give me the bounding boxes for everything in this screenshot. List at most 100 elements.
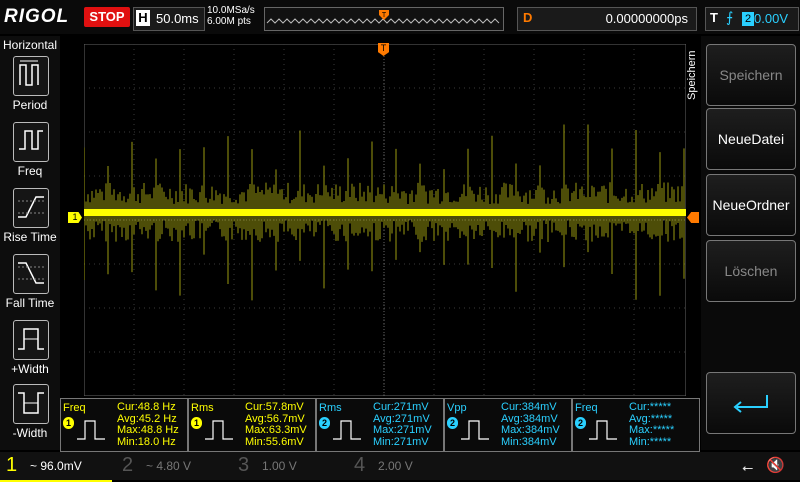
channel-scale: 1.00 V	[262, 459, 297, 473]
return-arrow-icon	[733, 395, 768, 413]
measurement-rms-ch1[interactable]: Rms 1 Cur:57.8mV Avg:56.7mV Max:63.3mV Min:55…	[188, 398, 316, 452]
neg-width-icon	[18, 392, 44, 414]
measurement-freq-ch1[interactable]: Freq 1 Cur:48.8 Hz Avg:45.2 Hz Max:48.8 Hz Mi…	[60, 398, 188, 452]
channel-scale: ~ 96.0mV	[30, 459, 82, 473]
measure-width-button[interactable]	[13, 320, 49, 360]
channel-badge: 2	[575, 417, 586, 429]
horizontal-timebase[interactable]: H 50.0ms	[133, 7, 205, 31]
measurement-values: Cur:48.8 Hz Avg:45.2 Hz Max:48.8 Hz Min:18.…	[117, 401, 179, 448]
measurement-rms-ch2[interactable]: Rms 2 Cur:271mV Avg:271mV Max:271mV Min:271mV	[316, 398, 444, 452]
softkey-menu-title: Speichern	[686, 50, 698, 100]
measurement-vpp-ch2[interactable]: Vpp 2 Cur:384mV Avg:384mV Max:384mV Min:384mV	[444, 398, 572, 452]
channel-badge: 2	[447, 417, 458, 429]
measurement-min: Min:*****	[629, 435, 672, 448]
softkey-speichern[interactable]: Speichern	[706, 44, 796, 106]
svg-text:T: T	[382, 12, 387, 19]
trigger-delay[interactable]: D 0.00000000ps	[517, 7, 697, 31]
measure-button-label: Rise Time	[3, 230, 57, 244]
measurement-name: Vpp	[447, 402, 467, 414]
trigger-status[interactable]: T ⨍ 2 0.00V	[705, 7, 799, 31]
channel-badge: 1	[191, 417, 202, 429]
measurement-name: Rms	[319, 402, 342, 414]
delay-key: D	[523, 10, 533, 25]
measurement-values: Cur:***** Avg:***** Max:***** Min:*****	[629, 401, 675, 448]
freq-icon	[19, 130, 43, 150]
measurement-cur: Cur:*****	[629, 401, 672, 413]
channel-3-status[interactable]: 3 1.00 V	[232, 452, 344, 480]
channel-badge: 2	[319, 417, 330, 429]
fall-time-icon	[18, 262, 44, 284]
measurement-min: Min:55.6mV	[245, 435, 304, 448]
measurement-waveform-icon	[589, 420, 617, 440]
trigger-source: 2	[742, 12, 754, 26]
measurement-max: Max:48.8 Hz	[117, 424, 179, 436]
measurement-min: Min:18.0 Hz	[117, 435, 176, 448]
channel-number: 1	[6, 454, 18, 476]
measure-rise-time-button[interactable]	[13, 188, 49, 228]
measurement-values: Cur:271mV Avg:271mV Max:271mV Min:271mV	[373, 401, 432, 448]
measurement-cur: Cur:271mV	[373, 401, 429, 413]
brand-logo: RIGOL	[4, 6, 70, 27]
measure-button-label: Period	[12, 98, 48, 112]
channel-scale: 2.00 V	[378, 459, 413, 473]
delay-value: 0.00000000ps	[605, 11, 688, 26]
softkey-neueordner[interactable]: NeueOrdner	[706, 174, 796, 236]
measure-button-label: -Width	[12, 426, 48, 440]
measurement-min: Min:384mV	[501, 435, 557, 448]
measurement-values: Cur:384mV Avg:384mV Max:384mV Min:384mV	[501, 401, 560, 448]
measurement-waveform-icon	[461, 420, 489, 440]
channel-number: 4	[354, 454, 366, 476]
measurement-cur: Cur:57.8mV	[245, 401, 304, 413]
run-stop-indicator[interactable]: STOP	[84, 7, 130, 27]
trigger-level: 0.00V	[754, 11, 788, 26]
memory-position-bar[interactable]: T	[264, 7, 504, 31]
speaker-mute-icon[interactable]: 🔇	[766, 456, 785, 474]
measure-freq-button[interactable]	[13, 122, 49, 162]
measurement-min: Min:271mV	[373, 435, 429, 448]
memory-waveform-overview: T	[266, 10, 500, 24]
sampling-info: 10.0MSa/s 6.00M pts	[207, 5, 255, 27]
usb-icon: ⭠	[742, 459, 754, 475]
measure-width-button[interactable]	[13, 384, 49, 424]
measure-period-button[interactable]	[13, 56, 49, 96]
measure-fall-time-button[interactable]	[13, 254, 49, 294]
measurement-name: Freq	[575, 402, 598, 414]
channel-2-status[interactable]: 2 ~ 4.80 V	[116, 452, 228, 480]
measurement-cur: Cur:384mV	[501, 401, 557, 413]
softkey-return[interactable]	[706, 372, 796, 434]
channel-number: 3	[238, 454, 250, 476]
sample-rate: 10.0MSa/s	[207, 5, 255, 16]
measurement-max: Max:63.3mV	[245, 424, 307, 436]
memory-depth: 6.00M pts	[207, 16, 251, 27]
rising-edge-icon: ⨍	[726, 9, 734, 25]
period-icon	[19, 60, 39, 86]
waveform-display[interactable]	[84, 44, 686, 396]
softkey-neuedatei[interactable]: NeueDatei	[706, 108, 796, 170]
measurement-freq-ch2[interactable]: Freq 2 Cur:***** Avg:***** Max:***** Min:****…	[572, 398, 700, 452]
timebase-value: 50.0ms	[156, 11, 199, 26]
rise-time-icon	[18, 196, 44, 218]
trigger-key: T	[710, 10, 718, 25]
softkey-löschen[interactable]: Löschen	[706, 240, 796, 302]
channel-number: 2	[122, 454, 134, 476]
measure-button-label: +Width	[11, 362, 49, 376]
measure-category-title: Horizontal	[3, 38, 58, 52]
measurement-max: Max:*****	[629, 424, 675, 436]
ch1-offset-marker[interactable]: 1	[68, 212, 82, 223]
measurement-waveform-icon	[77, 420, 105, 440]
measure-button-label: Freq	[17, 164, 43, 178]
measurement-waveform-icon	[205, 420, 233, 440]
trigger-level-marker[interactable]	[687, 212, 699, 223]
pos-width-icon	[18, 328, 44, 350]
measurement-max: Max:384mV	[501, 424, 560, 436]
channel-scale: ~ 4.80 V	[146, 459, 192, 473]
measurement-name: Freq	[63, 402, 86, 414]
channel-badge: 1	[63, 417, 74, 429]
channel-1-status[interactable]: 1 ~ 96.0mV	[0, 452, 112, 482]
measurement-values: Cur:57.8mV Avg:56.7mV Max:63.3mV Min:55.6mV	[245, 401, 307, 448]
ch1-trace	[84, 209, 686, 216]
measurement-waveform-icon	[333, 420, 361, 440]
measure-button-label: Fall Time	[5, 296, 55, 310]
channel-4-status[interactable]: 4 2.00 V	[348, 452, 460, 480]
measurement-name: Rms	[191, 402, 214, 414]
